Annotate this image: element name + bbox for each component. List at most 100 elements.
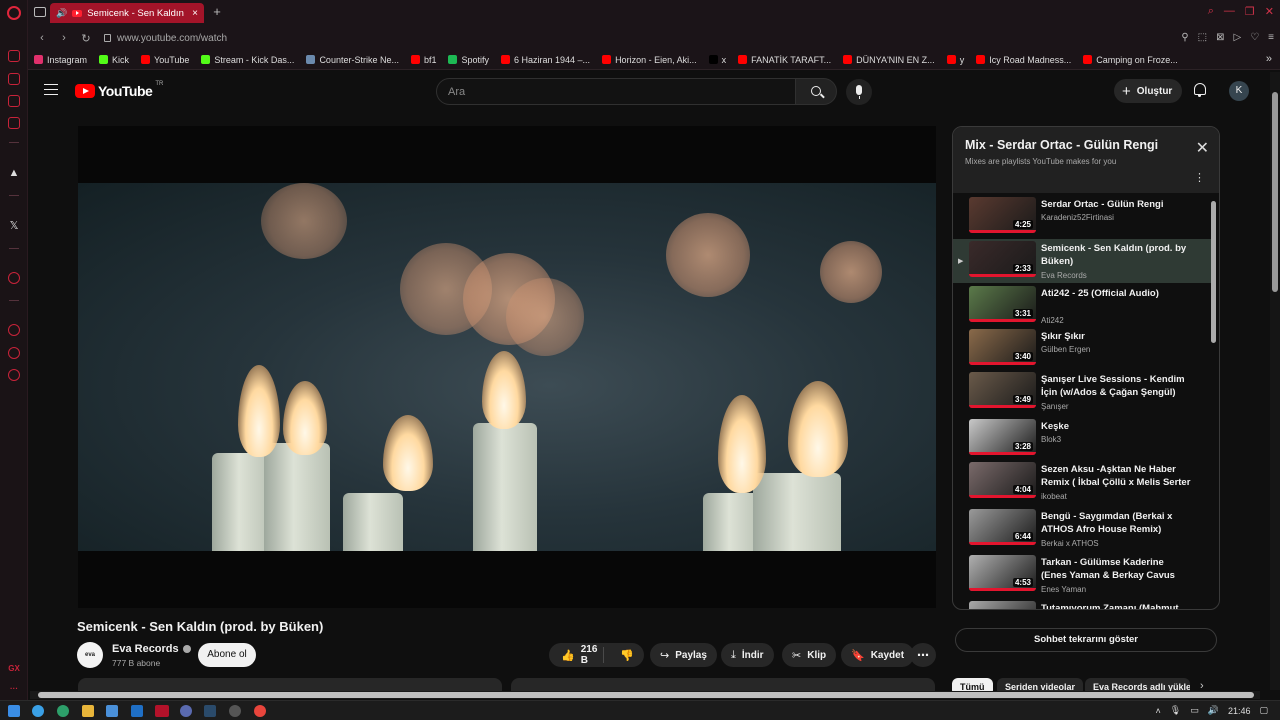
playlist-thumbnail[interactable]: 4:25 (969, 197, 1036, 233)
notifications-bell-icon[interactable] (1194, 83, 1206, 97)
playlist-thumbnail[interactable] (969, 601, 1036, 609)
playlist-thumbnail[interactable]: 3:49 (969, 372, 1036, 408)
playlist-thumbnail[interactable]: 6:44 (969, 509, 1036, 545)
vertical-scrollbar[interactable] (1270, 72, 1280, 690)
speed-dial-icon[interactable] (8, 50, 20, 62)
url-field[interactable]: www.youtube.com/watch (104, 33, 227, 44)
bookmark-item[interactable]: Spotify (448, 55, 489, 65)
app-icon[interactable] (229, 705, 241, 717)
save-button[interactable]: 🔖 Kaydet (841, 643, 915, 667)
opera-gx-taskbar-icon[interactable] (155, 705, 169, 717)
close-window-icon[interactable]: ✕ (1265, 5, 1274, 18)
store-icon[interactable] (106, 705, 118, 717)
vertical-scrollbar-thumb[interactable] (1272, 92, 1278, 292)
video-player[interactable] (78, 126, 936, 608)
pin-icon[interactable]: ⚲ (1181, 32, 1188, 43)
active-tab[interactable]: 🔊 Semicenk - Sen Kaldın × (50, 3, 204, 23)
mic-tray-icon[interactable]: 🎙 (1170, 705, 1181, 716)
opera-logo-icon[interactable] (7, 6, 21, 20)
x-app-icon[interactable]: 𝕏 (0, 219, 28, 232)
twitch-icon[interactable] (8, 95, 20, 107)
playlist-thumbnail[interactable]: 3:28 (969, 419, 1036, 455)
playlist-item[interactable]: 3:31 Ati242 - 25 (Official Audio) Ati242 (953, 284, 1211, 328)
playlist-item[interactable]: Tutamıyorum Zamanı (Mahmut Orhan Remix) (953, 599, 1211, 609)
notifications-icon[interactable]: ▢ (1259, 705, 1268, 716)
history-icon[interactable] (8, 324, 20, 336)
youtube-logo[interactable]: YouTube TR (75, 81, 163, 99)
extensions-icon[interactable] (8, 347, 20, 359)
playlist-title[interactable]: Mix - Serdar Ortac - Gülün Rengi (965, 138, 1158, 152)
playlist-item[interactable]: 4:53 Tarkan - Gülümse Kaderine (Enes Yama… (953, 553, 1211, 597)
bookmark-item[interactable]: bf1 (410, 55, 436, 65)
tab-islands-icon[interactable] (34, 7, 46, 17)
playlist-item[interactable]: ▶ 2:33 Semicenk - Sen Kaldın (prod. by Bük… (953, 239, 1211, 283)
playlist-item[interactable]: 6:44 Bengü - Saygımdan (Berkai x ATHOS Af… (953, 507, 1211, 551)
minimize-icon[interactable]: — (1224, 5, 1235, 18)
playlist-item[interactable]: 4:04 Sezen Aksu -Aşktan Ne Haber Remix ( … (953, 460, 1211, 504)
bookmark-item[interactable]: Stream - Kick Das... (201, 55, 294, 65)
settings-icon[interactable] (8, 369, 20, 381)
create-button[interactable]: + Oluştur (1114, 79, 1182, 103)
bookmark-item[interactable]: Icy Road Madness... (976, 55, 1071, 65)
speaker-icon[interactable]: 🔊 (56, 8, 67, 19)
start-icon[interactable] (8, 705, 20, 717)
file-explorer-icon[interactable] (82, 705, 94, 717)
steam-icon[interactable] (204, 705, 216, 717)
bookmark-item[interactable]: YouTube (141, 55, 189, 65)
account-avatar[interactable]: K (1229, 81, 1249, 101)
search-tabs-icon[interactable]: ⌕ (1208, 5, 1214, 18)
discord-icon[interactable] (180, 705, 192, 717)
comments-box[interactable] (511, 678, 935, 692)
back-button[interactable]: ‹ (34, 32, 50, 44)
bookmark-item[interactable]: Counter-Strike Ne... (306, 55, 399, 65)
copilot-icon[interactable] (32, 705, 44, 717)
subscribe-button[interactable]: Abone ol (198, 643, 256, 667)
horizontal-scrollbar[interactable] (30, 691, 1260, 699)
bookmark-item[interactable]: x (708, 55, 726, 65)
chrome-icon[interactable] (254, 705, 266, 717)
bookmarks-more-icon[interactable]: » (1266, 53, 1272, 65)
network-icon[interactable]: ▭ (1190, 705, 1199, 716)
horizontal-scrollbar-thumb[interactable] (38, 692, 1254, 698)
more-actions-icon[interactable]: ⋯ (910, 643, 936, 667)
bag-icon[interactable] (8, 73, 20, 85)
reload-button[interactable]: ↻ (78, 32, 94, 45)
outlook-icon[interactable] (131, 705, 143, 717)
menu-icon[interactable]: ≡ (1268, 32, 1274, 43)
maximize-icon[interactable]: ❐ (1245, 5, 1255, 18)
hamburger-menu-icon[interactable] (44, 84, 58, 95)
playlist-thumbnail[interactable]: 4:53 (969, 555, 1036, 591)
add-icon[interactable] (8, 272, 20, 284)
playlist-thumbnail[interactable]: 4:04 (969, 462, 1036, 498)
close-playlist-icon[interactable]: ✕ (1196, 141, 1209, 157)
messenger-icon[interactable] (8, 117, 20, 129)
snapshot-icon[interactable]: ⬚ (1198, 32, 1207, 43)
playlist-item[interactable]: 3:40 Şıkır Şıkır Gülben Ergen (953, 327, 1211, 371)
voice-search-button[interactable] (846, 79, 872, 105)
playlist-item[interactable]: 3:28 Keşke Blok3 (953, 417, 1211, 461)
show-chat-replay-button[interactable]: Sohbet tekrarını göster (955, 628, 1217, 652)
share-button[interactable]: ↪ Paylaş (650, 643, 717, 667)
search-button[interactable] (795, 78, 837, 105)
playlist-menu-icon[interactable]: ⋮ (1194, 173, 1205, 184)
volume-icon[interactable]: 🔊 (1208, 705, 1219, 716)
playlist-item[interactable]: 3:49 Şanışer Live Sessions - Kendim İçin … (953, 370, 1211, 414)
new-tab-button[interactable]: + (210, 5, 224, 19)
playlist-scrollbar[interactable] (1211, 201, 1216, 343)
edge-icon[interactable] (57, 705, 69, 717)
forward-button[interactable]: › (56, 32, 72, 44)
playlist-thumbnail[interactable]: 3:40 (969, 329, 1036, 365)
close-tab-icon[interactable]: × (192, 8, 198, 19)
playlist-thumbnail[interactable]: 2:33 (969, 241, 1036, 277)
heart-icon[interactable]: ♡ (1250, 32, 1259, 43)
more-icon[interactable]: ··· (0, 684, 28, 693)
bookmark-item[interactable]: 6 Haziran 1944 –... (501, 55, 590, 65)
download-button[interactable]: ⤓ İndir (721, 643, 774, 667)
playlist-item[interactable]: 4:25 Serdar Ortac - Gülün Rengi Karadeniz5… (953, 195, 1211, 239)
channel-avatar[interactable]: eva (77, 642, 103, 668)
description-box[interactable] (78, 678, 502, 692)
clip-button[interactable]: ✂ Klip (782, 643, 837, 667)
playlist-thumbnail[interactable]: 3:31 (969, 286, 1036, 322)
bookmark-item[interactable]: Kick (99, 55, 129, 65)
bookmark-item[interactable]: FANATİK TARAFT... (738, 55, 831, 65)
